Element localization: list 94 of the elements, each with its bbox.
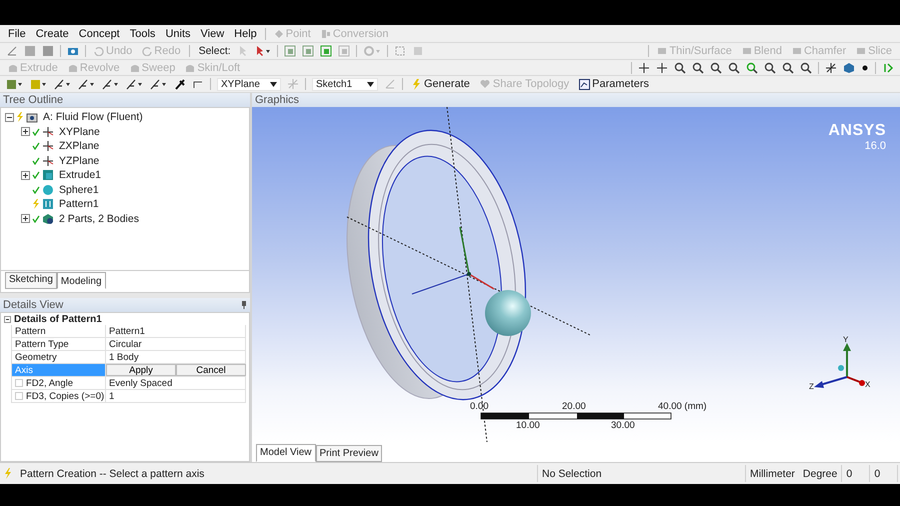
parameters-icon[interactable] bbox=[579, 78, 590, 90]
panel-title: Graphics bbox=[255, 94, 300, 106]
scale-label: 40.00 (mm) bbox=[658, 401, 707, 412]
zoom-icon[interactable] bbox=[710, 62, 722, 74]
toolbar-button[interactable]: Parameters bbox=[577, 78, 651, 90]
details-heading: Details of Pattern1 bbox=[14, 314, 102, 325]
sphere-icon bbox=[42, 184, 54, 196]
checkbox[interactable] bbox=[15, 392, 23, 400]
parts-icon bbox=[42, 212, 54, 225]
status-field: 0 bbox=[874, 468, 880, 480]
collapse-toggle[interactable] bbox=[5, 112, 14, 122]
axis-label: X bbox=[865, 380, 870, 389]
lightning-icon bbox=[4, 468, 12, 479]
scale-label: 10.00 bbox=[516, 420, 540, 431]
dialog-button[interactable]: Apply bbox=[106, 364, 176, 376]
status-message: Pattern Creation -- Select a pattern axis bbox=[20, 468, 204, 480]
menu-item[interactable]: Units bbox=[163, 28, 192, 40]
plane-axes-icon bbox=[42, 126, 54, 138]
plane-axes-icon bbox=[42, 154, 54, 167]
menu-item[interactable]: Help bbox=[232, 28, 259, 40]
edge-color-dropdown-icon[interactable] bbox=[30, 78, 48, 90]
caret-icon[interactable] bbox=[367, 82, 374, 86]
property-label: Axis bbox=[12, 364, 106, 376]
axis-label: Z bbox=[809, 382, 814, 391]
panel-title: Tree Outline bbox=[3, 94, 64, 106]
sketch-tool-icon[interactable] bbox=[54, 78, 72, 90]
plane-axes-icon bbox=[42, 140, 54, 152]
tab[interactable]: Print Preview bbox=[316, 445, 382, 462]
status-field: 0 bbox=[846, 468, 852, 480]
tab[interactable]: Modeling bbox=[56, 272, 106, 289]
angle-unit: Degree bbox=[802, 468, 838, 480]
dot-icon[interactable] bbox=[861, 64, 869, 72]
toolbar-button[interactable]: Generate bbox=[409, 78, 472, 90]
square-icon[interactable] bbox=[42, 45, 54, 57]
selection-status: No Selection bbox=[542, 468, 602, 480]
scale-label: 0.00 bbox=[470, 401, 488, 412]
tab[interactable]: Model View bbox=[256, 444, 316, 462]
menu-item[interactable]: File bbox=[6, 28, 28, 40]
property-label: Geometry bbox=[12, 351, 106, 363]
menu-item[interactable]: Create bbox=[34, 28, 71, 40]
pattern-icon bbox=[42, 198, 54, 210]
collapse-toggle[interactable] bbox=[4, 316, 11, 323]
tree-item[interactable]: 2 Parts, 2 Bodies bbox=[59, 212, 139, 225]
tree-item[interactable]: ZXPlane bbox=[59, 140, 100, 152]
dialog-button[interactable]: Cancel bbox=[176, 364, 246, 376]
magnify-icon[interactable] bbox=[782, 62, 794, 74]
selection-filter-icon[interactable] bbox=[320, 45, 332, 57]
menu-item[interactable]: Tools bbox=[128, 28, 158, 40]
sketch-dropdown[interactable]: Sketch1 bbox=[312, 78, 378, 90]
expand-toggle[interactable] bbox=[21, 127, 30, 136]
property-label: Pattern bbox=[12, 325, 106, 337]
ansys-logo: ANSYS bbox=[828, 122, 886, 140]
coordinate-triad-drawing bbox=[814, 343, 865, 388]
property-value: 1 bbox=[106, 390, 246, 402]
expand-toggle[interactable] bbox=[21, 214, 30, 224]
tree-item[interactable]: Extrude1 bbox=[59, 169, 102, 182]
sphere-drawing bbox=[485, 290, 531, 336]
property-label: FD2, Angle bbox=[26, 378, 73, 388]
project-icon bbox=[26, 111, 38, 124]
property-value: Circular bbox=[106, 338, 246, 350]
graphics-viewport[interactable]: ANSYS 16.0 0.00 20.00 40.00 (mm) 10.00 30.00 Y Z X bbox=[252, 107, 900, 443]
pointer-dropdown-icon[interactable] bbox=[254, 45, 271, 57]
sketch-tool-icon[interactable] bbox=[126, 78, 144, 90]
panel-title: Details View bbox=[3, 299, 64, 311]
version-label: 16.0 bbox=[864, 140, 886, 152]
tab[interactable]: Sketching bbox=[5, 272, 57, 289]
zoom-icon[interactable] bbox=[674, 62, 686, 74]
property-label: Pattern Type bbox=[12, 338, 106, 350]
axis-icon[interactable] bbox=[825, 62, 837, 74]
camera-icon[interactable] bbox=[67, 45, 79, 57]
length-unit: Millimeter bbox=[750, 468, 795, 480]
tree-item[interactable]: Sphere1 bbox=[59, 184, 99, 196]
sketch-tool-icon[interactable] bbox=[150, 78, 168, 90]
expand-toggle[interactable] bbox=[21, 170, 30, 180]
scale-label: 30.00 bbox=[611, 420, 635, 431]
tree-item[interactable]: YZPlane bbox=[59, 154, 100, 167]
tree-item[interactable]: Pattern1 bbox=[59, 198, 99, 210]
scale-label: 20.00 bbox=[562, 401, 586, 412]
property-label: FD3, Copies (>=0) bbox=[26, 390, 104, 402]
property-value: Pattern1 bbox=[106, 325, 246, 337]
tree-item[interactable]: XYPlane bbox=[59, 126, 100, 138]
sketch-tool-icon[interactable] bbox=[78, 78, 96, 90]
face-color-dropdown-icon[interactable] bbox=[6, 78, 24, 90]
select-label: Select: bbox=[198, 45, 231, 57]
caret-icon[interactable] bbox=[270, 82, 277, 86]
plane-dropdown[interactable]: XYPlane bbox=[217, 78, 281, 90]
menu-item[interactable]: Concept bbox=[76, 28, 122, 40]
sketch-tool-icon[interactable] bbox=[102, 78, 120, 90]
tree-item[interactable]: A: Fluid Flow (Fluent) bbox=[43, 111, 143, 124]
menu-item[interactable]: View bbox=[198, 28, 226, 40]
axis-label: Y bbox=[843, 335, 848, 344]
property-value: Evenly Spaced bbox=[106, 377, 246, 389]
property-value: 1 Body bbox=[106, 351, 246, 363]
checkbox[interactable] bbox=[15, 379, 23, 387]
